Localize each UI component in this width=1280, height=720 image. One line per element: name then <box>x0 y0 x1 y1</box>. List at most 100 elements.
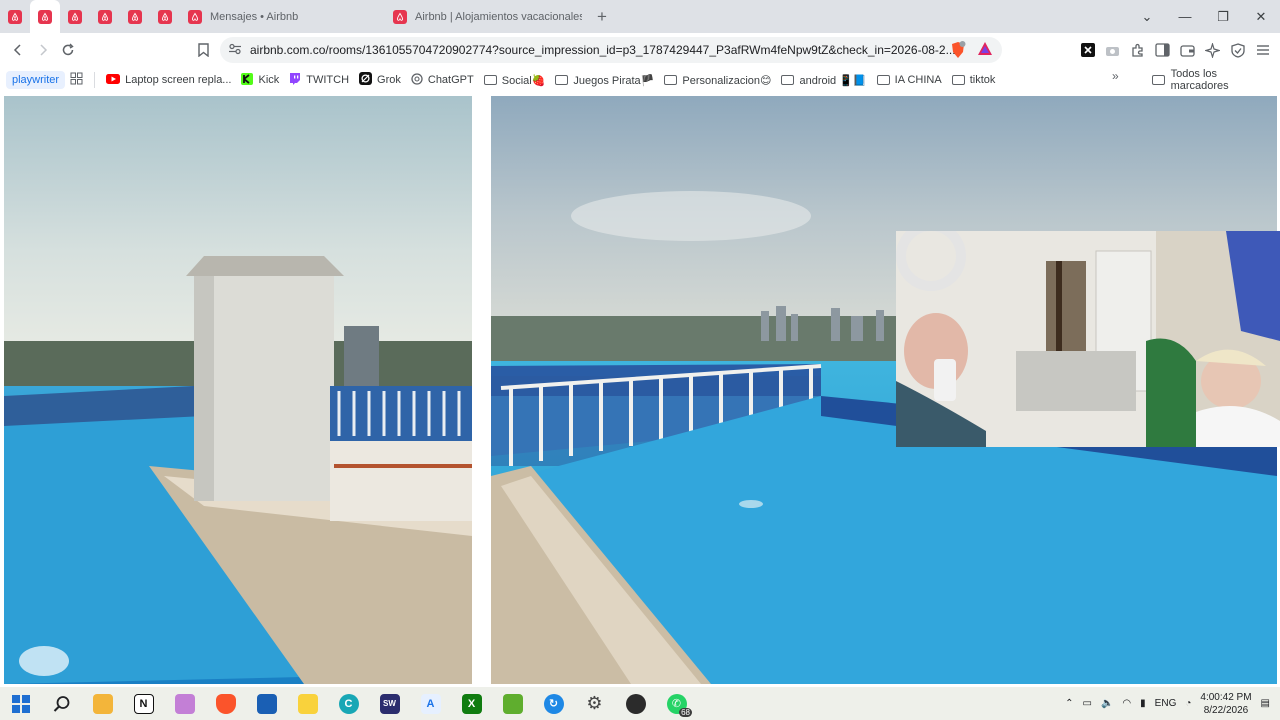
taskbar-store[interactable] <box>246 687 287 720</box>
airbnb-icon <box>38 9 52 24</box>
vpn-icon[interactable] <box>1228 41 1247 60</box>
bookmark-grok[interactable]: Grok <box>354 69 406 91</box>
volume-icon[interactable]: 🔈 <box>1101 698 1113 709</box>
store-icon <box>256 693 277 714</box>
tray-chevron-up-icon[interactable]: ⌃ <box>1065 698 1073 709</box>
bookmark-laptop-screen[interactable]: Laptop screen repla... <box>101 69 236 91</box>
bookmark-kick[interactable]: Kick <box>236 69 284 91</box>
pinned-tab-4[interactable] <box>90 0 120 33</box>
window-controls: ⌄ — ❐ ✕ <box>1128 0 1280 33</box>
bookmark-folder-social[interactable]: Social🍓 <box>479 69 551 91</box>
camera-icon[interactable] <box>1103 41 1122 60</box>
pinned-tab-6[interactable] <box>150 0 180 33</box>
bookmark-folder-juegos[interactable]: Juegos Pirata🏴 <box>550 69 659 91</box>
taskbar-app-c[interactable]: C <box>328 687 369 720</box>
all-bookmarks-button[interactable]: Todos los marcadores <box>1146 68 1280 92</box>
xbox-icon: X <box>461 693 482 714</box>
airbnb-icon <box>188 9 202 24</box>
language-indicator[interactable]: ENG <box>1155 698 1177 709</box>
taskbar-brave[interactable] <box>205 687 246 720</box>
bookmarks-separator <box>94 72 96 88</box>
clock[interactable]: 4:00:42 PM 8/22/2026 <box>1200 691 1251 717</box>
folder-icon <box>664 75 678 85</box>
bookmark-label: TWITCH <box>306 74 350 86</box>
bookmark-twitch[interactable]: TWITCH <box>284 69 354 91</box>
menu-icon[interactable] <box>1253 41 1272 60</box>
taskbar-settings[interactable]: ⚙ <box>574 687 615 720</box>
notifications-icon[interactable]: ▤ <box>1261 698 1270 709</box>
sync-icon: ↻ <box>543 693 564 714</box>
extensions-puzzle-icon[interactable] <box>1128 41 1147 60</box>
sidebar-icon[interactable] <box>1153 41 1172 60</box>
app-ball-icon <box>625 693 646 714</box>
taskbar-search-button[interactable] <box>41 687 82 720</box>
bookmark-folder-ia-china[interactable]: IA CHINA <box>872 69 947 91</box>
system-tray: ⌃ ▭ 🔈 ◠ ▮ ENG ◔ 4:00:42 PM 8/22/2026 ▤ <box>1065 687 1280 720</box>
extension-black-icon[interactable] <box>1078 41 1097 60</box>
taskbar-app-ball[interactable] <box>615 687 656 720</box>
taskbar-file-explorer[interactable] <box>82 687 123 720</box>
bookmark-icon[interactable] <box>192 37 214 63</box>
bookmark-folder-tiktok[interactable]: tiktok <box>947 69 1001 91</box>
grok-icon <box>359 72 373 88</box>
battery-icon[interactable]: ▭ <box>1083 698 1092 709</box>
maximize-icon[interactable]: ❐ <box>1204 9 1242 25</box>
new-tab-button[interactable]: + <box>590 5 614 29</box>
bookmark-folder-android[interactable]: android 📱📘 <box>776 69 871 91</box>
settings-icon: ⚙ <box>586 693 603 713</box>
airbnb-icon <box>68 9 82 24</box>
brave-shields-icon[interactable] <box>950 41 966 62</box>
taskbar-sticky-notes[interactable] <box>287 687 328 720</box>
start-button[interactable] <box>0 687 41 720</box>
windows-taskbar: N C SW A X ↻ ⚙ ✆ 68 ⌃ ▭ 🔈 ◠ ▮ ENG ◔ 4:00… <box>0 687 1280 720</box>
listing-photo-left[interactable] <box>4 96 472 684</box>
pinned-tab-3[interactable] <box>60 0 90 33</box>
bookmark-label: Grok <box>377 74 401 86</box>
app-bear-icon <box>174 693 195 714</box>
wifi-icon[interactable]: ◠ <box>1122 698 1131 709</box>
forward-icon[interactable] <box>30 36 55 64</box>
airbnb-icon <box>393 9 407 24</box>
taskbar-app-a[interactable]: A <box>410 687 451 720</box>
close-icon[interactable]: ✕ <box>1242 9 1280 25</box>
bookmark-chatgpt[interactable]: ChatGPT <box>406 69 479 91</box>
taskbar-notion[interactable]: N <box>123 687 164 720</box>
bookmark-folder-personalizacion[interactable]: Personalizacion😊 <box>659 69 776 91</box>
phone-icon[interactable]: ▮ <box>1140 698 1146 709</box>
bookmark-label: android 📱📘 <box>799 74 867 87</box>
all-bookmarks-label: Todos los marcadores <box>1170 68 1229 92</box>
pinned-tab-2[interactable] <box>30 0 60 33</box>
app-c-icon: C <box>338 693 359 714</box>
wallet-icon[interactable] <box>1178 41 1197 60</box>
pinned-tab-5[interactable] <box>120 0 150 33</box>
taskbar-app-leaf[interactable] <box>492 687 533 720</box>
brave-rewards-icon[interactable] <box>977 41 993 60</box>
network-icon[interactable]: ◔ <box>1185 698 1191 709</box>
tab-airbnb-alojamientos[interactable]: Airbnb | Alojamientos vacacionales y <box>385 0 590 33</box>
taskbar-xbox[interactable]: X <box>451 687 492 720</box>
pinned-tab-1[interactable] <box>0 0 30 33</box>
minimize-icon[interactable]: — <box>1166 9 1204 24</box>
twitch-icon <box>289 72 301 88</box>
reload-icon[interactable] <box>55 36 80 64</box>
taskbar-app-bear[interactable] <box>164 687 205 720</box>
address-bar[interactable]: airbnb.com.co/rooms/1361055704720902774?… <box>220 37 1002 63</box>
page-content <box>0 93 1280 687</box>
leo-ai-icon[interactable] <box>1203 41 1222 60</box>
bookmark-playwriter[interactable]: playwriter <box>6 71 66 89</box>
bookmark-label: Juegos Pirata🏴 <box>573 74 655 87</box>
back-icon[interactable] <box>5 36 30 64</box>
clock-time: 4:00:42 PM <box>1200 691 1252 703</box>
taskbar-sync[interactable]: ↻ <box>533 687 574 720</box>
tab-search-chevron-icon[interactable]: ⌄ <box>1128 9 1166 25</box>
bookmark-apps[interactable] <box>65 69 88 91</box>
tab-mensajes[interactable]: Mensajes • Airbnb <box>180 0 385 33</box>
bookmarks-overflow-button[interactable]: » <box>1112 69 1119 83</box>
taskbar-app-sw[interactable]: SW <box>369 687 410 720</box>
bookmark-label: ChatGPT <box>427 74 474 86</box>
site-settings-icon[interactable] <box>228 43 242 58</box>
clock-date: 8/22/2026 <box>1203 704 1249 716</box>
file-explorer-icon <box>92 693 113 714</box>
folder-icon <box>1152 75 1165 85</box>
taskbar-whatsapp[interactable]: ✆ 68 <box>656 687 697 720</box>
